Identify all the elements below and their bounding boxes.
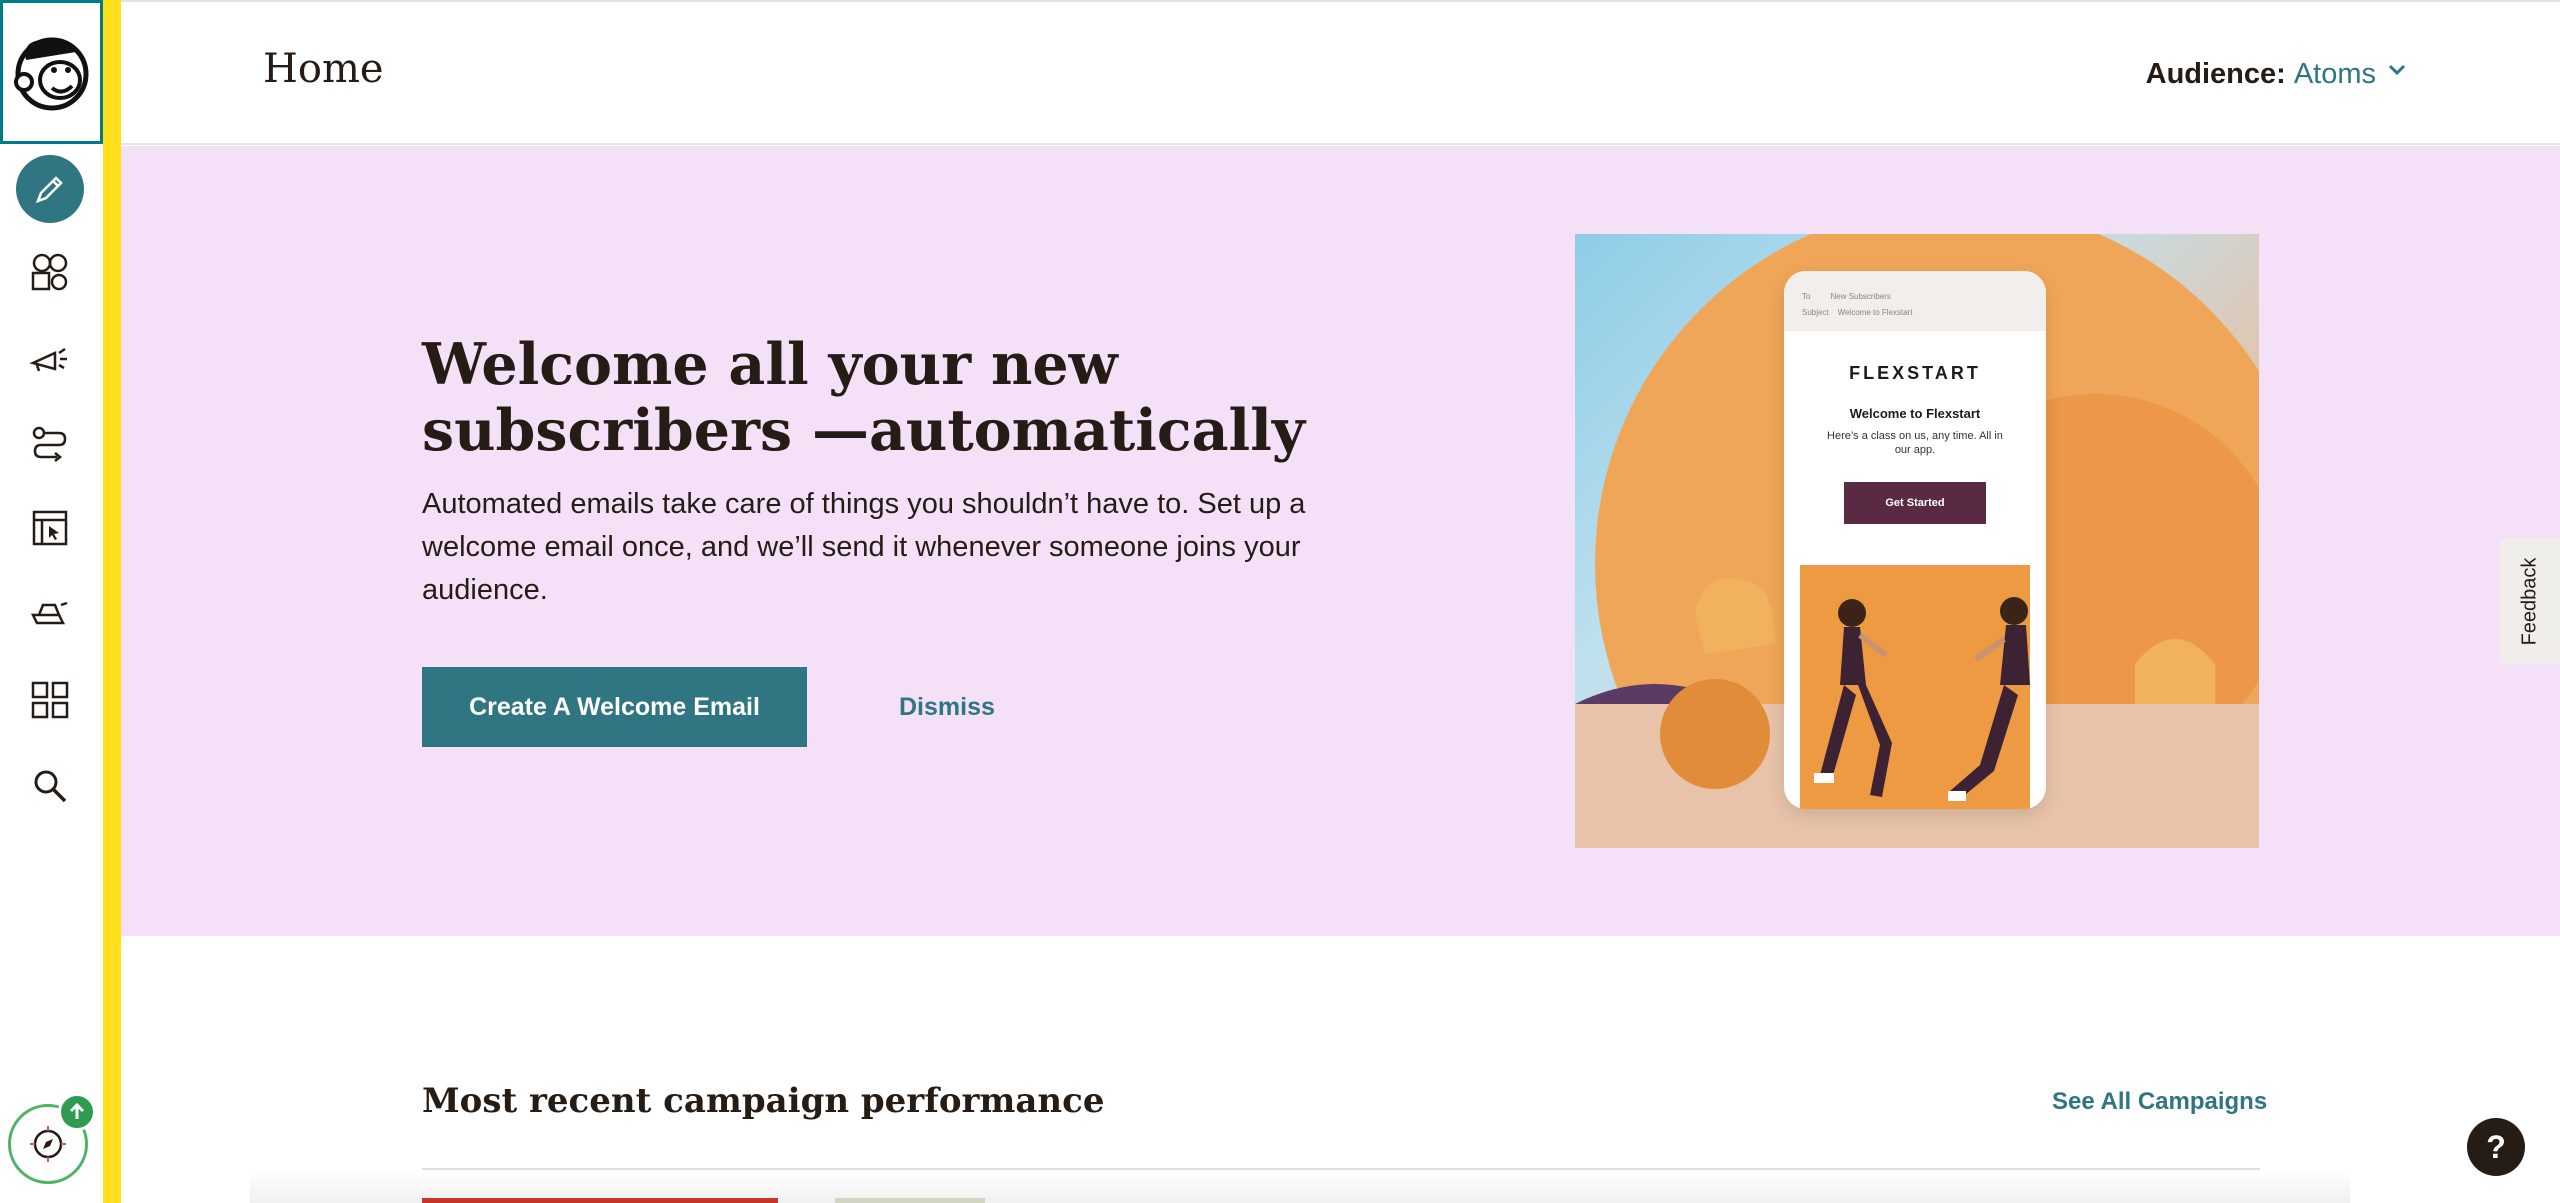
audience-value: Atoms xyxy=(2293,57,2376,90)
campaign-card-thumbnail[interactable] xyxy=(835,1198,985,1203)
dismiss-link[interactable]: Dismiss xyxy=(899,693,995,722)
preview-get-started-button: Get Started xyxy=(1844,482,1986,524)
campaigns-icon[interactable] xyxy=(16,324,84,392)
feedback-label: Feedback xyxy=(2518,557,2541,645)
audience-label: Audience: xyxy=(2145,57,2286,90)
mailchimp-logo-icon[interactable] xyxy=(0,0,103,144)
website-icon[interactable] xyxy=(16,494,84,562)
create-icon[interactable] xyxy=(16,155,84,223)
email-preview-header: To New Subscribers Subject Welcome to Fl… xyxy=(1784,271,2046,331)
page-title: Home xyxy=(263,46,384,92)
create-welcome-email-button[interactable]: Create A Welcome Email xyxy=(422,667,807,747)
chevron-down-icon xyxy=(2384,57,2410,91)
rail-accent-stripe xyxy=(103,0,121,1203)
upgrade-arrow-icon[interactable] xyxy=(58,1093,96,1131)
hero-description: Automated emails take care of things you… xyxy=(422,488,1306,606)
preview-heading: Welcome to Flexstart xyxy=(1849,406,1981,421)
welcome-email-illustration: To New Subscribers Subject Welcome to Fl… xyxy=(1575,234,2259,848)
runners-photo xyxy=(1800,565,2030,809)
audience-icon[interactable] xyxy=(16,238,84,306)
phone-mockup: To New Subscribers Subject Welcome to Fl… xyxy=(1784,271,2046,809)
search-icon[interactable] xyxy=(16,752,84,820)
preview-subtext: Here’s a class on us, any time. All in o… xyxy=(1827,430,2003,456)
side-nav-rail xyxy=(0,0,103,1203)
integrations-grid-icon[interactable] xyxy=(16,666,84,734)
page-header: Home Audience: Atoms xyxy=(121,0,2560,145)
feedback-tab[interactable]: Feedback xyxy=(2500,538,2560,664)
welcome-automation-banner: Welcome all your new subscribers —automa… xyxy=(121,146,2560,936)
campaign-card-thumbnail[interactable] xyxy=(422,1198,778,1203)
content-studio-icon[interactable] xyxy=(16,580,84,648)
section-divider xyxy=(422,1168,2260,1170)
see-all-campaigns-link[interactable]: See All Campaigns xyxy=(2052,1088,2267,1116)
hero-title: Welcome all your new subscribers —automa… xyxy=(422,331,1305,464)
audience-selector[interactable]: Audience: Atoms xyxy=(2146,57,2410,91)
preview-brand: FLEXSTART xyxy=(1849,363,1981,383)
section-title: Most recent campaign performance xyxy=(422,1081,1105,1121)
help-button[interactable]: ? xyxy=(2467,1118,2525,1176)
automations-icon[interactable] xyxy=(16,410,84,478)
